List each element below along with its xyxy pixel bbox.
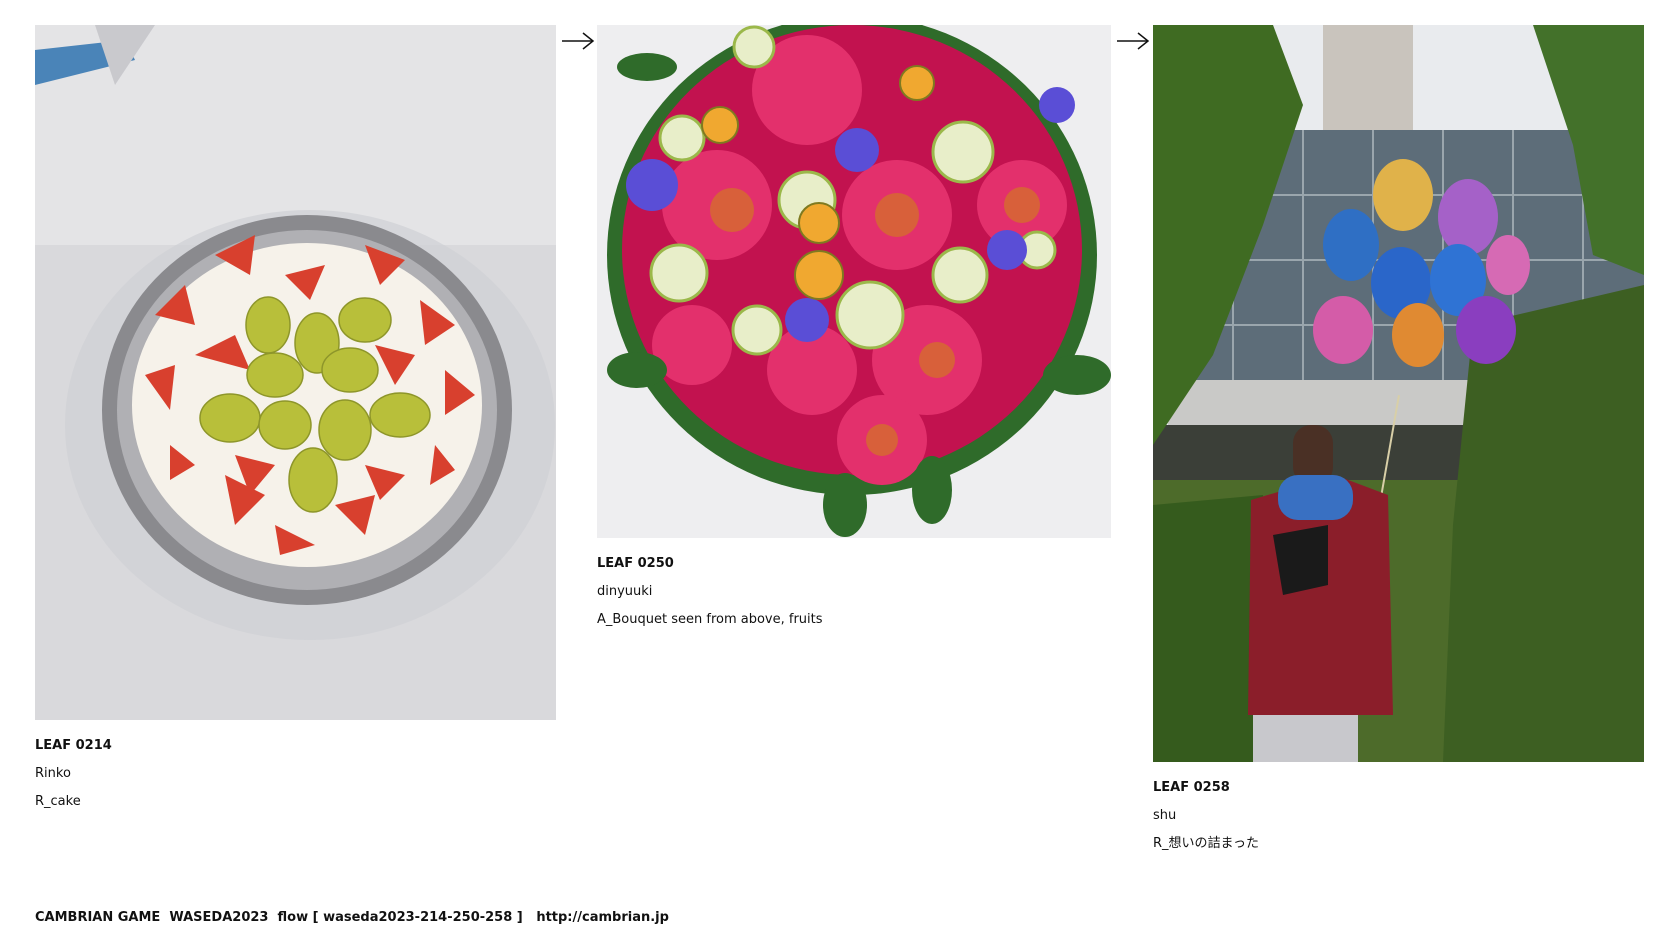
footer-link[interactable]: http://cambrian.jp <box>536 910 669 925</box>
footer: CAMBRIAN GAME WASEDA2023 flow [ waseda20… <box>35 910 669 925</box>
flow-arrow-icon <box>1117 32 1150 50</box>
leaf-author: shu <box>1153 808 1177 823</box>
balloons-photo <box>1153 25 1644 762</box>
leaf-title: R_想いの詰まった <box>1153 836 1260 851</box>
leaf-image-bouquet[interactable] <box>597 25 1111 538</box>
leaf-id: LEAF 0258 <box>1153 780 1230 795</box>
leaf-image-balloons[interactable] <box>1153 25 1644 762</box>
leaf-card-0258: LEAF 0258 shu R_想いの詰まった <box>1153 25 1644 858</box>
leaf-image-cake[interactable] <box>35 25 556 720</box>
leaf-id: LEAF 0250 <box>597 556 674 571</box>
leaf-title: R_cake <box>35 794 81 809</box>
leaf-id: LEAF 0214 <box>35 738 112 753</box>
flow-arrow-icon <box>562 32 595 50</box>
leaf-card-0214: LEAF 0214 Rinko R_cake <box>35 25 556 816</box>
bouquet-photo <box>597 25 1111 538</box>
cake-photo <box>35 25 556 720</box>
leaf-author: Rinko <box>35 766 71 781</box>
leaf-author: dinyuuki <box>597 584 653 599</box>
leaf-card-0250: LEAF 0250 dinyuuki A_Bouquet seen from a… <box>597 25 1111 634</box>
leaf-title: A_Bouquet seen from above, fruits <box>597 612 823 627</box>
footer-text: CAMBRIAN GAME WASEDA2023 flow [ waseda20… <box>35 910 537 925</box>
